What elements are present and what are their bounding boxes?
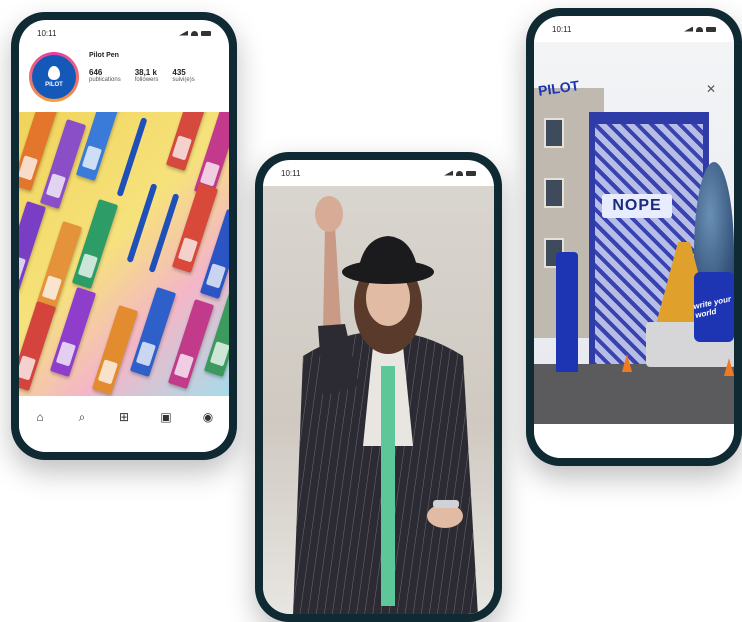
pen [126, 183, 158, 263]
phone-video-reel: 10:11 [255, 152, 502, 622]
stat-value: 646 [89, 68, 103, 77]
stat-followers[interactable]: 38,1 k followers [135, 68, 159, 83]
wifi-icon [456, 170, 463, 176]
profile-icon[interactable]: ◉ [201, 410, 215, 424]
pilot-flag [556, 252, 578, 372]
profile-name: Pilot Pen [89, 52, 119, 59]
pencil-box [19, 301, 57, 391]
pen [116, 117, 148, 197]
stat-label: suivi(e)s [172, 77, 195, 83]
window [544, 178, 564, 208]
pilot-board: write your world [692, 272, 734, 342]
phone-mural-photo: 10:11 PILOT NOPE write your world ✕ [526, 8, 742, 466]
mural-text: NOPE [602, 194, 672, 218]
battery-icon [201, 30, 211, 36]
battery-icon [706, 26, 716, 32]
status-icons [684, 26, 716, 32]
status-time: 10:11 [552, 24, 572, 34]
signal-icon [684, 26, 693, 32]
phone-screen: 10:11 [263, 160, 494, 614]
wifi-icon [191, 30, 198, 36]
stat-label: followers [134, 77, 159, 83]
status-bar: 10:11 [534, 16, 734, 42]
signal-icon [444, 170, 453, 176]
status-icons [444, 170, 476, 176]
status-icons [179, 30, 211, 36]
signal-icon [179, 30, 188, 36]
pilot-logo-icon [48, 66, 60, 80]
phone-screen: 10:11 PILOT Pilot Pen 646 publications 3… [19, 20, 229, 452]
stat-value: 38,1 k [134, 68, 157, 77]
search-icon[interactable]: ⌕ [75, 410, 89, 424]
pencil-box [75, 112, 123, 181]
phone-instagram-profile: 10:11 PILOT Pilot Pen 646 publications 3… [11, 12, 237, 460]
stat-following[interactable]: 435 suivi(e)s [172, 68, 194, 83]
profile-header: PILOT Pilot Pen 646 publications 38,1 k … [19, 46, 229, 112]
profile-stats: 646 publications 38,1 k followers 435 su… [89, 68, 195, 83]
avatar-story-ring[interactable]: PILOT [29, 52, 79, 102]
board-text: write your world [692, 294, 732, 320]
woman-with-pen-illustration [293, 196, 478, 614]
add-icon[interactable]: ⊞ [117, 410, 131, 424]
avatar[interactable]: PILOT [32, 55, 76, 99]
stat-publications[interactable]: 646 publications [89, 68, 121, 83]
mural-photo[interactable]: PILOT NOPE write your world ✕ [534, 42, 734, 434]
screen-footer [534, 424, 734, 458]
pencil-box [203, 287, 229, 377]
status-time: 10:11 [281, 168, 301, 178]
video-frame[interactable] [263, 186, 494, 614]
status-bar: 10:11 [19, 20, 229, 46]
close-icon[interactable]: ✕ [706, 82, 716, 96]
pencil-box [91, 305, 139, 395]
battery-icon [466, 170, 476, 176]
home-icon[interactable]: ⌂ [33, 410, 47, 424]
post-image-pencils[interactable] [19, 112, 229, 396]
wifi-icon [696, 26, 703, 32]
pencil-box [19, 201, 47, 291]
shop-icon[interactable]: ▣ [159, 410, 173, 424]
pencil-box [129, 287, 177, 377]
pencil-box [167, 299, 215, 389]
bottom-nav: ⌂ ⌕ ⊞ ▣ ◉ [19, 396, 229, 452]
status-time: 10:11 [37, 28, 57, 38]
window [544, 118, 564, 148]
pencil-box [71, 199, 119, 289]
avatar-label: PILOT [45, 82, 63, 88]
stat-value: 435 [172, 68, 186, 77]
stat-label: publications [89, 77, 121, 83]
phone-screen: 10:11 PILOT NOPE write your world ✕ [534, 16, 734, 458]
status-bar: 10:11 [263, 160, 494, 186]
